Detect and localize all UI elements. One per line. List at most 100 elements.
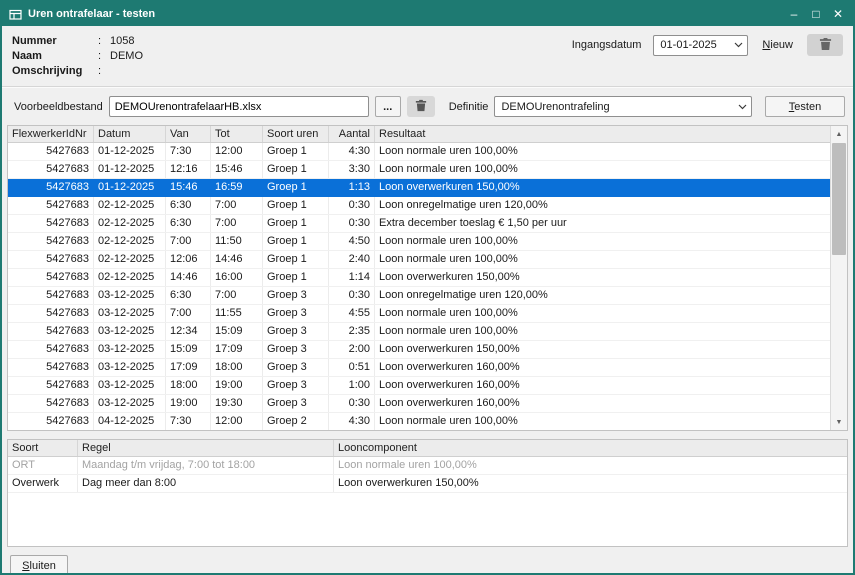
results-cell: 01-12-2025 <box>94 161 166 178</box>
app-icon <box>9 8 22 21</box>
results-row[interactable]: 542768302-12-202514:4616:00Groep 11:14Lo… <box>8 269 830 287</box>
testen-button[interactable]: Testen <box>765 96 845 117</box>
results-cell: Loon normale uren 100,00% <box>375 143 830 160</box>
results-cell: Loon onregelmatige uren 120,00% <box>375 197 830 214</box>
voorbeeldbestand-input[interactable] <box>109 96 369 117</box>
rules-row[interactable]: ORTMaandag t/m vrijdag, 7:00 tot 18:00Lo… <box>8 457 847 475</box>
column-header[interactable]: Soort uren <box>263 126 329 142</box>
results-cell: Groep 1 <box>263 161 329 178</box>
results-cell: 15:09 <box>166 341 211 358</box>
column-header[interactable]: FlexwerkerIdNr <box>8 126 94 142</box>
sluiten-button[interactable]: Sluiten <box>10 555 68 575</box>
results-cell: 01-12-2025 <box>94 179 166 196</box>
results-row[interactable]: 542768303-12-20257:0011:55Groep 34:55Loo… <box>8 305 830 323</box>
scroll-down-icon[interactable]: ▼ <box>831 414 847 430</box>
maximize-icon[interactable]: □ <box>805 4 827 24</box>
nieuw-button[interactable]: Nieuw <box>758 37 797 53</box>
results-cell: 19:30 <box>211 395 263 412</box>
results-cell: 0:30 <box>329 197 375 214</box>
minimize-icon[interactable]: – <box>783 4 805 24</box>
column-header[interactable]: Soort <box>8 440 78 456</box>
results-cell: Groep 2 <box>263 413 329 430</box>
results-cell: 4:30 <box>329 413 375 430</box>
results-cell: 5427683 <box>8 251 94 268</box>
nieuw-button-label: Nieuw <box>762 39 793 51</box>
results-cell: 5427683 <box>8 305 94 322</box>
column-header[interactable]: Van <box>166 126 211 142</box>
results-cell: 5427683 <box>8 233 94 250</box>
results-cell: 5427683 <box>8 161 94 178</box>
delete-ingangsdatum-button[interactable] <box>807 34 843 56</box>
results-cell: Loon overwerkuren 160,00% <box>375 395 830 412</box>
results-row[interactable]: 542768303-12-202515:0917:09Groep 32:00Lo… <box>8 341 830 359</box>
omschrijving-row: Omschrijving : <box>12 64 843 79</box>
results-row[interactable]: 542768303-12-202512:3415:09Groep 32:35Lo… <box>8 323 830 341</box>
results-cell: 7:30 <box>166 413 211 430</box>
results-cell: Extra december toeslag € 1,50 per uur <box>375 215 830 232</box>
results-cell: 7:00 <box>166 233 211 250</box>
results-row[interactable]: 542768302-12-20257:0011:50Groep 14:50Loo… <box>8 233 830 251</box>
results-row[interactable]: 542768303-12-202519:0019:30Groep 30:30Lo… <box>8 395 830 413</box>
results-row[interactable]: 542768302-12-20256:307:00Groep 10:30Loon… <box>8 197 830 215</box>
definitie-select[interactable]: DEMOUrenontrafeling <box>494 96 752 117</box>
column-header[interactable]: Tot <box>211 126 263 142</box>
rules-row[interactable]: OverwerkDag meer dan 8:00Loon overwerkur… <box>8 475 847 493</box>
results-cell: Groep 3 <box>263 287 329 304</box>
column-header[interactable]: Datum <box>94 126 166 142</box>
results-cell: 12:16 <box>166 161 211 178</box>
results-cell: 15:46 <box>166 179 211 196</box>
column-header[interactable]: Resultaat <box>375 126 830 142</box>
results-cell: Groep 3 <box>263 341 329 358</box>
column-header[interactable]: Looncomponent <box>334 440 847 456</box>
results-cell: Groep 1 <box>263 215 329 232</box>
chevron-down-icon <box>738 104 747 110</box>
rules-cell: ORT <box>8 457 78 474</box>
results-cell: 5427683 <box>8 287 94 304</box>
results-row[interactable]: 542768303-12-202517:0918:00Groep 30:51Lo… <box>8 359 830 377</box>
results-cell: 17:09 <box>211 341 263 358</box>
close-icon[interactable]: ✕ <box>827 4 849 24</box>
results-cell: Groep 1 <box>263 251 329 268</box>
results-row[interactable]: 542768304-12-20257:3012:00Groep 24:30Loo… <box>8 413 830 431</box>
column-header[interactable]: Regel <box>78 440 334 456</box>
results-cell: 0:30 <box>329 215 375 232</box>
results-cell: 11:50 <box>211 233 263 250</box>
chevron-down-icon <box>734 42 743 48</box>
results-cell: Groep 3 <box>263 377 329 394</box>
column-header[interactable]: Aantal <box>329 126 375 142</box>
results-cell: 02-12-2025 <box>94 197 166 214</box>
results-cell: 17:09 <box>166 359 211 376</box>
titlebar: Uren ontrafelaar - testen – □ ✕ <box>2 2 853 26</box>
scroll-up-icon[interactable]: ▲ <box>831 126 847 142</box>
results-cell: Groep 1 <box>263 179 329 196</box>
definitie-value: DEMOUrenontrafeling <box>501 101 732 113</box>
results-cell: 5427683 <box>8 197 94 214</box>
results-cell: Groep 3 <box>263 359 329 376</box>
results-row[interactable]: 542768303-12-20256:307:00Groep 30:30Loon… <box>8 287 830 305</box>
results-cell: Groep 3 <box>263 395 329 412</box>
results-row[interactable]: 542768301-12-202512:1615:46Groep 13:30Lo… <box>8 161 830 179</box>
vertical-scrollbar[interactable]: ▲ ▼ <box>830 126 847 430</box>
results-cell: 16:00 <box>211 269 263 286</box>
results-row[interactable]: 542768301-12-202515:4616:59Groep 11:13Lo… <box>8 179 830 197</box>
results-cell: Groep 3 <box>263 305 329 322</box>
results-cell: 14:46 <box>211 251 263 268</box>
browse-button[interactable]: ... <box>375 96 401 117</box>
results-cell: 0:51 <box>329 359 375 376</box>
results-row[interactable]: 542768302-12-20256:307:00Groep 10:30Extr… <box>8 215 830 233</box>
results-cell: 18:00 <box>166 377 211 394</box>
results-cell: Loon onregelmatige uren 120,00% <box>375 287 830 304</box>
results-cell: 5427683 <box>8 215 94 232</box>
window: Uren ontrafelaar - testen – □ ✕ Nummer :… <box>0 0 855 575</box>
ingangsdatum-select[interactable]: 01-01-2025 <box>653 35 748 56</box>
results-cell: 4:50 <box>329 233 375 250</box>
results-row[interactable]: 542768301-12-20257:3012:00Groep 14:30Loo… <box>8 143 830 161</box>
delete-file-button[interactable] <box>407 96 435 117</box>
rules-cell: Loon overwerkuren 150,00% <box>334 475 847 492</box>
results-row[interactable]: 542768303-12-202518:0019:00Groep 31:00Lo… <box>8 377 830 395</box>
rules-cell: Maandag t/m vrijdag, 7:00 tot 18:00 <box>78 457 334 474</box>
results-cell: 11:55 <box>211 305 263 322</box>
results-row[interactable]: 542768302-12-202512:0614:46Groep 12:40Lo… <box>8 251 830 269</box>
results-cell: 03-12-2025 <box>94 323 166 340</box>
scroll-thumb[interactable] <box>832 143 846 255</box>
